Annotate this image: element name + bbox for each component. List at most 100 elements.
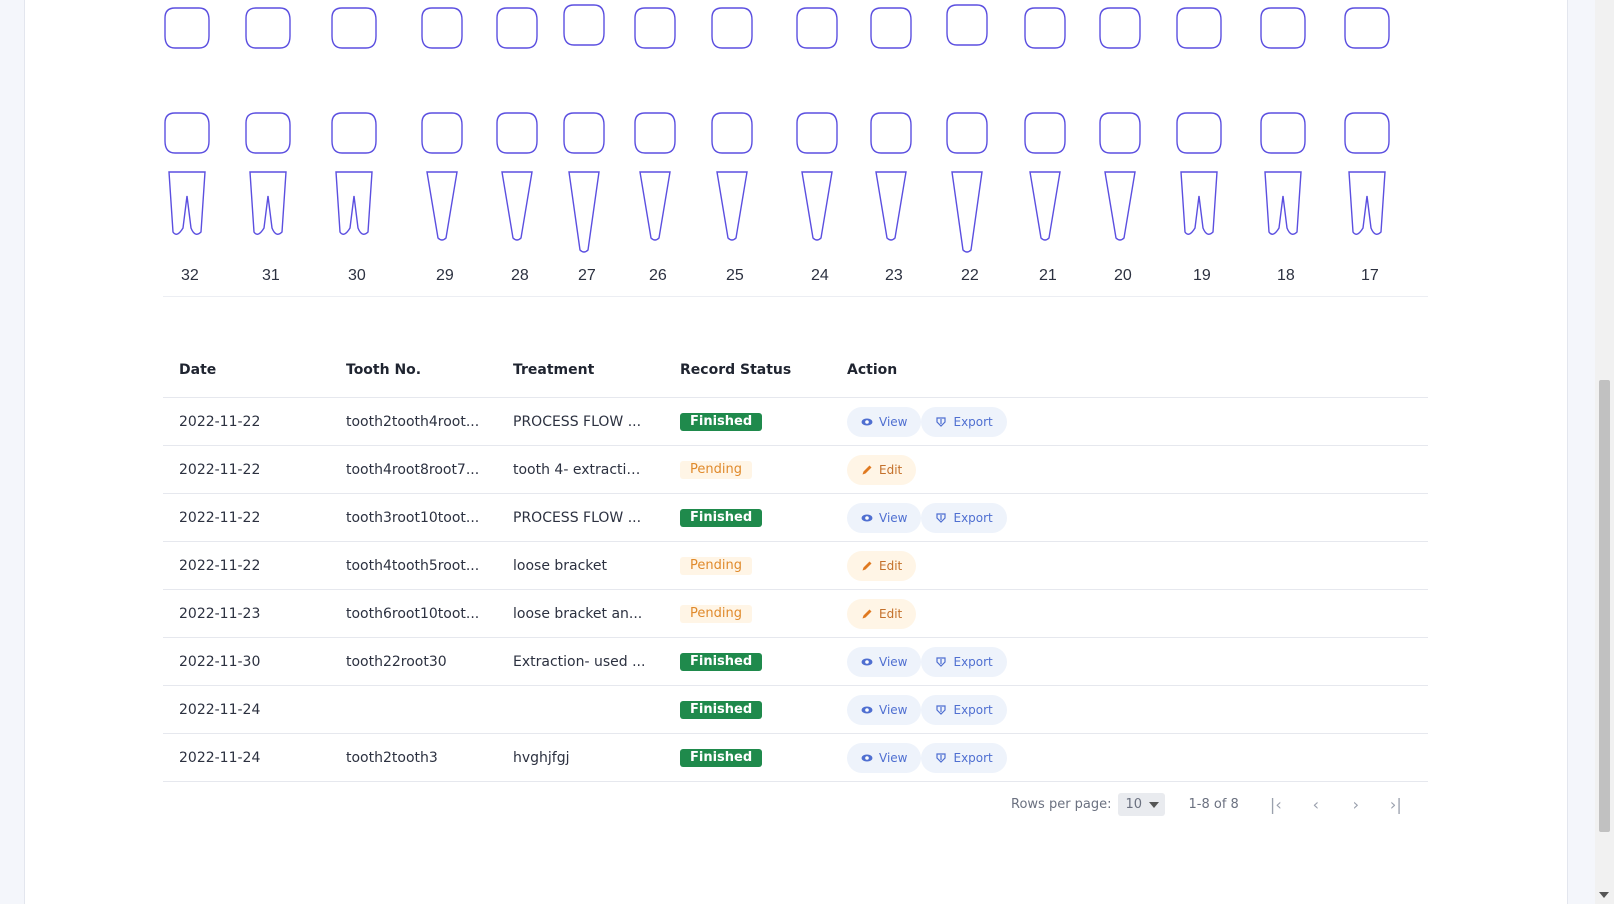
cell-date-text: 2022-11-24 [179,701,261,718]
cell-record-status: Finished [664,685,831,734]
chevron-right-icon[interactable]: › [1347,795,1365,814]
tooth-crown-lower[interactable] [870,112,912,154]
tooth-crown-upper[interactable] [331,7,377,49]
view-button[interactable]: View [847,646,922,677]
tooth-crown-lower[interactable] [421,112,463,154]
cell-treatment-text: PROCESS FLOW ... [513,509,642,526]
tooth-root[interactable] [426,171,458,241]
view-button[interactable]: View [847,742,922,773]
export-button[interactable]: Export [921,694,1007,725]
scroll-down-icon[interactable] [1599,892,1609,898]
tooth-crown-upper[interactable] [1099,7,1141,49]
tooth-number-label: 31 [262,267,280,284]
tooth-number-label: 22 [961,267,979,284]
cell-action: View Export [831,493,1428,542]
tooth-root[interactable] [249,171,287,235]
cell-tooth-no: tooth2tooth3 [330,733,497,782]
cell-date-text: 2022-11-22 [179,461,261,478]
view-button-label: View [879,654,908,669]
tooth-crown-upper[interactable] [870,7,912,49]
tooth-root[interactable] [1029,171,1061,241]
cell-tooth-no: tooth2tooth4root... [330,397,497,446]
view-button[interactable]: View [847,502,922,533]
export-button[interactable]: Export [921,502,1007,533]
cell-tooth-no: tooth3root10toot... [330,493,497,542]
tooth-crown-upper[interactable] [1260,7,1306,49]
export-button[interactable]: Export [921,742,1007,773]
tooth-root[interactable] [335,171,373,235]
export-button[interactable]: Export [921,646,1007,677]
edit-button[interactable]: Edit [847,598,917,629]
pencil-icon [862,465,872,474]
tooth-crown-upper[interactable] [1024,7,1066,49]
header-tooth-no[interactable]: Tooth No. [330,343,497,398]
tooth-root[interactable] [168,171,206,235]
rows-per-page-select[interactable]: 10 [1117,793,1165,816]
tooth-root[interactable] [1348,171,1386,235]
tooth-number-label: 21 [1039,267,1057,284]
tooth-number-label: 26 [649,267,667,284]
tooth-crown-upper[interactable] [711,7,753,49]
tooth-crown-upper[interactable] [1176,7,1222,49]
tooth-root[interactable] [639,171,671,241]
tooth-root[interactable] [716,171,748,241]
tooth-crown-lower[interactable] [164,112,210,154]
tooth-crown-lower[interactable] [711,112,753,154]
export-button-label: Export [953,654,993,669]
lower-tooth-row [164,112,1390,253]
export-button-label: Export [953,414,993,429]
cell-record-status: Pending [664,589,831,638]
tooth-crown-lower[interactable] [634,112,676,154]
tooth-crown-upper[interactable] [496,7,538,49]
table-row: 2022-11-23 tooth6root10toot... loose brack… [163,589,1428,638]
tooth-crown-lower[interactable] [563,112,605,154]
tooth-crown-upper[interactable] [796,7,838,49]
cell-tooth-no: tooth22root30 [330,637,497,686]
tooth-root[interactable] [801,171,833,241]
status-badge: Pending [680,460,752,479]
tooth-crown-lower[interactable] [245,112,291,154]
last-page-icon[interactable]: ›| [1387,795,1405,814]
tooth-root[interactable] [568,171,600,253]
scrollbar-thumb[interactable] [1599,380,1610,832]
tooth-root[interactable] [1104,171,1136,241]
edit-button[interactable]: Edit [847,550,917,581]
tooth-crown-upper[interactable] [1344,7,1390,49]
tooth-root[interactable] [951,171,983,253]
tooth-crown-upper[interactable] [634,7,676,49]
tooth-crown-lower[interactable] [331,112,377,154]
status-badge: Pending [680,604,752,623]
header-record-status[interactable]: Record Status [664,343,831,398]
header-treatment[interactable]: Treatment [497,343,664,398]
tooth-crown-lower[interactable] [496,112,538,154]
vertical-scrollbar[interactable] [1595,0,1614,904]
chevron-left-icon[interactable]: ‹ [1307,795,1325,814]
table-row: 2022-11-22 tooth2tooth4root... PROCESS FLO… [163,397,1428,446]
cell-date-text: 2022-11-22 [179,413,261,430]
first-page-icon[interactable]: |‹ [1267,795,1285,814]
tooth-crown-lower[interactable] [1260,112,1306,154]
export-button[interactable]: Export [921,406,1007,437]
eye-icon [861,658,873,665]
tooth-crown-lower[interactable] [946,112,988,154]
tooth-crown-lower[interactable] [1099,112,1141,154]
tooth-crown-lower[interactable] [1024,112,1066,154]
view-button[interactable]: View [847,694,922,725]
edit-button[interactable]: Edit [847,454,917,485]
tooth-crown-lower[interactable] [796,112,838,154]
tooth-crown-upper[interactable] [946,4,988,46]
tooth-crown-upper[interactable] [245,7,291,49]
header-date[interactable]: Date [163,343,330,398]
tooth-crown-lower[interactable] [1176,112,1222,154]
tooth-root[interactable] [1264,171,1302,235]
tooth-root[interactable] [875,171,907,241]
tooth-crown-upper[interactable] [421,7,463,49]
tooth-crown-lower[interactable] [1344,112,1390,154]
tooth-root[interactable] [501,171,533,241]
export-icon [936,704,947,715]
tooth-crown-upper[interactable] [563,4,605,46]
tooth-crown-upper[interactable] [164,7,210,49]
view-button[interactable]: View [847,406,922,437]
tooth-number-row: 32 31 30 29 28 27 26 25 24 23 22 21 20 19 18 17 [181,267,1379,284]
tooth-root[interactable] [1180,171,1218,235]
